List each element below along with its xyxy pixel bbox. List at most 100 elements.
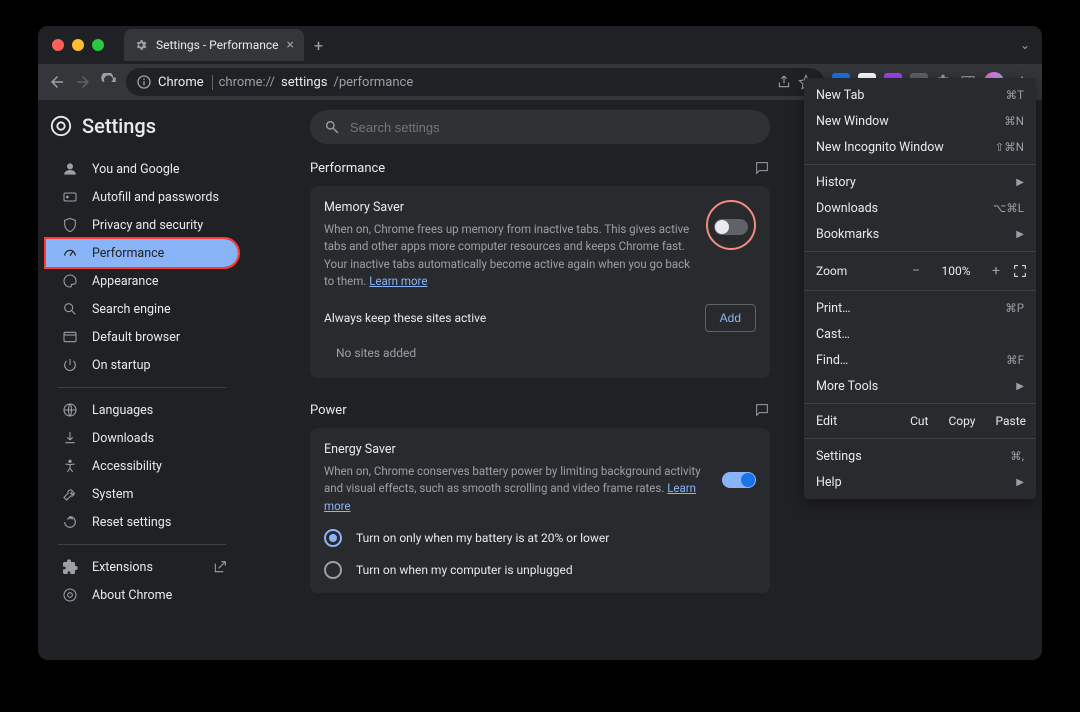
menu-separator — [804, 403, 1036, 404]
sidebar-item-accessibility[interactable]: Accessibility — [46, 452, 238, 480]
page-title: Settings — [82, 114, 156, 138]
sidebar-item-performance[interactable]: Performance — [46, 239, 238, 267]
sidebar-item-privacy[interactable]: Privacy and security — [46, 211, 238, 239]
sidebar-item-label: Appearance — [92, 274, 159, 289]
speedometer-icon — [62, 245, 78, 261]
sidebar-item-label: On startup — [92, 358, 150, 373]
sidebar-separator — [58, 544, 226, 545]
menu-new-tab[interactable]: New Tab ⌘T — [804, 82, 1036, 108]
sidebar-item-default-browser[interactable]: Default browser — [46, 323, 238, 351]
tabs-dropdown-icon[interactable]: ⌄ — [1020, 38, 1030, 52]
chrome-logo — [50, 115, 72, 137]
menu-label: Cast… — [816, 327, 850, 342]
menu-find[interactable]: Find… ⌘F — [804, 347, 1036, 373]
puzzle-icon — [62, 559, 78, 575]
radio-option-unplugged[interactable]: Turn on when my computer is unplugged — [324, 561, 756, 579]
sidebar-item-extensions[interactable]: Extensions — [46, 553, 238, 581]
external-link-icon — [212, 559, 228, 575]
menu-incognito[interactable]: New Incognito Window ⇧⌘N — [804, 134, 1036, 160]
chevron-right-icon: ▶ — [1016, 477, 1024, 488]
sidebar-item-about[interactable]: About Chrome — [46, 581, 238, 609]
person-icon — [62, 161, 78, 177]
menu-downloads[interactable]: Downloads ⌥⌘L — [804, 195, 1036, 221]
edit-label: Edit — [804, 414, 900, 429]
sidebar-item-downloads[interactable]: Downloads — [46, 424, 238, 452]
menu-separator — [804, 251, 1036, 252]
menu-more-tools[interactable]: More Tools ▶ — [804, 373, 1036, 399]
menu-history[interactable]: History ▶ — [804, 169, 1036, 195]
sidebar-item-label: Accessibility — [92, 459, 162, 474]
menu-bookmarks[interactable]: Bookmarks ▶ — [804, 221, 1036, 247]
learn-more-link[interactable]: Learn more — [369, 274, 427, 288]
energy-saver-toggle[interactable] — [722, 472, 756, 488]
radio-label: Turn on when my computer is unplugged — [356, 563, 573, 577]
menu-separator — [804, 164, 1036, 165]
menu-label: Help — [816, 475, 842, 490]
fullscreen-icon[interactable] — [1012, 263, 1028, 279]
menu-label: Downloads — [816, 201, 878, 216]
memory-saver-card: Memory Saver When on, Chrome frees up me… — [310, 186, 770, 378]
browser-window: Settings - Performance × + ⌄ Chrome chro… — [38, 26, 1042, 660]
sidebar-item-label: Languages — [92, 403, 153, 418]
sidebar-item-label: Performance — [92, 246, 164, 261]
new-tab-button[interactable]: + — [314, 36, 323, 55]
site-info-icon[interactable] — [136, 74, 152, 90]
memory-saver-highlight — [706, 200, 756, 250]
zoom-in-button[interactable]: + — [986, 263, 1006, 279]
menu-edit-row: Edit Cut Copy Paste — [804, 408, 1036, 434]
tab-bar: Settings - Performance × + ⌄ — [38, 26, 1042, 64]
chevron-right-icon: ▶ — [1016, 229, 1024, 240]
sidebar-separator — [58, 387, 226, 388]
share-icon[interactable] — [776, 74, 792, 90]
address-bar[interactable]: Chrome chrome://settings/performance — [126, 68, 824, 96]
chevron-right-icon: ▶ — [1016, 177, 1024, 188]
close-window[interactable] — [52, 39, 64, 51]
sidebar-item-languages[interactable]: Languages — [46, 396, 238, 424]
sidebar-item-on-startup[interactable]: On startup — [46, 351, 238, 379]
sidebar-item-label: You and Google — [92, 162, 180, 177]
download-icon — [62, 430, 78, 446]
edit-paste[interactable]: Paste — [985, 414, 1036, 428]
chrome-menu: New Tab ⌘T New Window ⌘N New Incognito W… — [804, 78, 1036, 499]
radio-option-battery[interactable]: Turn on only when my battery is at 20% o… — [324, 529, 756, 547]
browser-tab[interactable]: Settings - Performance × — [124, 29, 304, 61]
menu-label: New Tab — [816, 88, 864, 103]
feedback-icon[interactable] — [754, 402, 770, 418]
performance-section-head: Performance — [310, 160, 770, 176]
energy-saver-card: Energy Saver When on, Chrome conserves b… — [310, 428, 770, 593]
radio-icon — [324, 529, 342, 547]
edit-cut[interactable]: Cut — [900, 414, 938, 428]
feedback-icon[interactable] — [754, 160, 770, 176]
sidebar-item-search-engine[interactable]: Search engine — [46, 295, 238, 323]
memory-saver-title: Memory Saver — [324, 200, 694, 215]
maximize-window[interactable] — [92, 39, 104, 51]
reload-icon[interactable] — [100, 73, 118, 91]
sidebar-item-system[interactable]: System — [46, 480, 238, 508]
menu-cast[interactable]: Cast… — [804, 321, 1036, 347]
zoom-out-button[interactable]: − — [906, 263, 926, 279]
menu-help[interactable]: Help ▶ — [804, 469, 1036, 495]
sidebar-item-autofill[interactable]: Autofill and passwords — [46, 183, 238, 211]
gear-icon — [134, 38, 148, 52]
menu-separator — [804, 290, 1036, 291]
always-keep-label: Always keep these sites active — [324, 311, 486, 325]
sidebar-item-reset[interactable]: Reset settings — [46, 508, 238, 536]
memory-saver-toggle[interactable] — [714, 219, 748, 235]
menu-settings[interactable]: Settings ⌘, — [804, 443, 1036, 469]
search-input[interactable] — [350, 120, 756, 135]
radio-icon — [324, 561, 342, 579]
menu-label: New Incognito Window — [816, 140, 944, 155]
edit-copy[interactable]: Copy — [938, 414, 985, 428]
sidebar-item-appearance[interactable]: Appearance — [46, 267, 238, 295]
close-tab-icon[interactable]: × — [287, 37, 294, 53]
back-icon[interactable] — [48, 73, 66, 91]
forward-icon[interactable] — [74, 73, 92, 91]
settings-search[interactable] — [310, 110, 770, 144]
add-site-button[interactable]: Add — [705, 304, 756, 332]
menu-new-window[interactable]: New Window ⌘N — [804, 108, 1036, 134]
chrome-icon — [62, 587, 78, 603]
sidebar-item-you-and-google[interactable]: You and Google — [46, 155, 238, 183]
browser-icon — [62, 329, 78, 345]
minimize-window[interactable] — [72, 39, 84, 51]
menu-print[interactable]: Print… ⌘P — [804, 295, 1036, 321]
